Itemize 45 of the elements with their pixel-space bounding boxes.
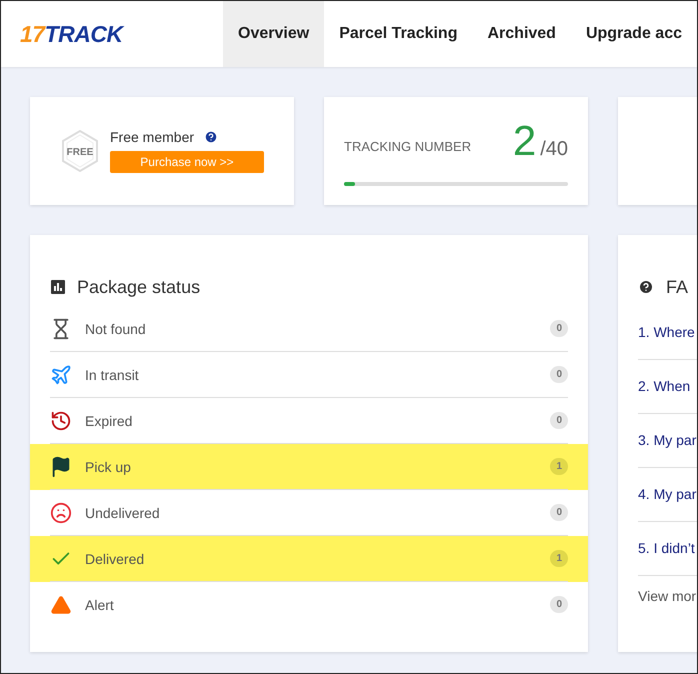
chart-icon bbox=[51, 280, 65, 294]
count-badge: 0 bbox=[550, 596, 568, 613]
nav-tab[interactable]: Upgrade acc bbox=[570, 1, 697, 67]
help-icon[interactable] bbox=[204, 130, 218, 144]
faq-link[interactable]: 1. Where bbox=[638, 306, 697, 360]
airplane-icon bbox=[50, 364, 72, 386]
highlighted-status-row[interactable]: Pick up 1 bbox=[30, 444, 588, 490]
status-row[interactable]: In transit 0 bbox=[30, 352, 588, 398]
count-badge: 0 bbox=[550, 366, 568, 383]
count-badge: 1 bbox=[550, 458, 568, 475]
status-label: Alert bbox=[85, 596, 115, 612]
highlighted-status-row[interactable]: Delivered 1 bbox=[30, 536, 588, 582]
faq-link[interactable]: 5. I didn’t bbox=[638, 522, 697, 576]
warning-icon bbox=[50, 594, 72, 616]
card-title: Package status bbox=[77, 276, 200, 298]
nav-tab[interactable]: Parcel Tracking bbox=[324, 1, 472, 67]
faq-link[interactable]: 2. When bbox=[638, 360, 697, 414]
sad-face-icon bbox=[50, 502, 72, 524]
free-badge: FREE bbox=[62, 130, 98, 172]
tracking-count: 2 bbox=[512, 117, 536, 165]
card-title: FA bbox=[666, 276, 688, 298]
faq-link[interactable]: 4. My par bbox=[638, 468, 697, 522]
status-label: Pick up bbox=[85, 458, 132, 474]
member-title: Free member bbox=[110, 129, 194, 145]
help-icon bbox=[638, 279, 654, 295]
count-badge: 0 bbox=[550, 504, 568, 521]
history-icon bbox=[50, 410, 72, 432]
status-label: Not found bbox=[85, 320, 147, 336]
flag-icon bbox=[50, 456, 72, 478]
tracking-limit: /40 bbox=[540, 138, 568, 161]
count-badge: 0 bbox=[550, 320, 568, 337]
status-label: Expired bbox=[85, 412, 134, 428]
nav-tab[interactable]: Overview bbox=[223, 1, 324, 67]
status-label: Undelivered bbox=[85, 504, 161, 520]
status-row[interactable]: Not found 0 bbox=[30, 306, 588, 352]
count-badge: 1 bbox=[550, 550, 568, 567]
faq-link[interactable]: 3. My par bbox=[638, 414, 697, 468]
tracking-label: TRACKING NUMBER bbox=[344, 138, 472, 154]
count-badge: 0 bbox=[550, 412, 568, 429]
logo[interactable]: 17TRACK bbox=[1, 1, 224, 67]
view-more-link[interactable]: View mor bbox=[638, 588, 697, 604]
nav-tab[interactable]: Archived bbox=[472, 1, 571, 67]
status-label: Delivered bbox=[85, 550, 146, 566]
status-row[interactable]: Alert 0 bbox=[30, 582, 588, 627]
status-label: In transit bbox=[85, 366, 140, 382]
